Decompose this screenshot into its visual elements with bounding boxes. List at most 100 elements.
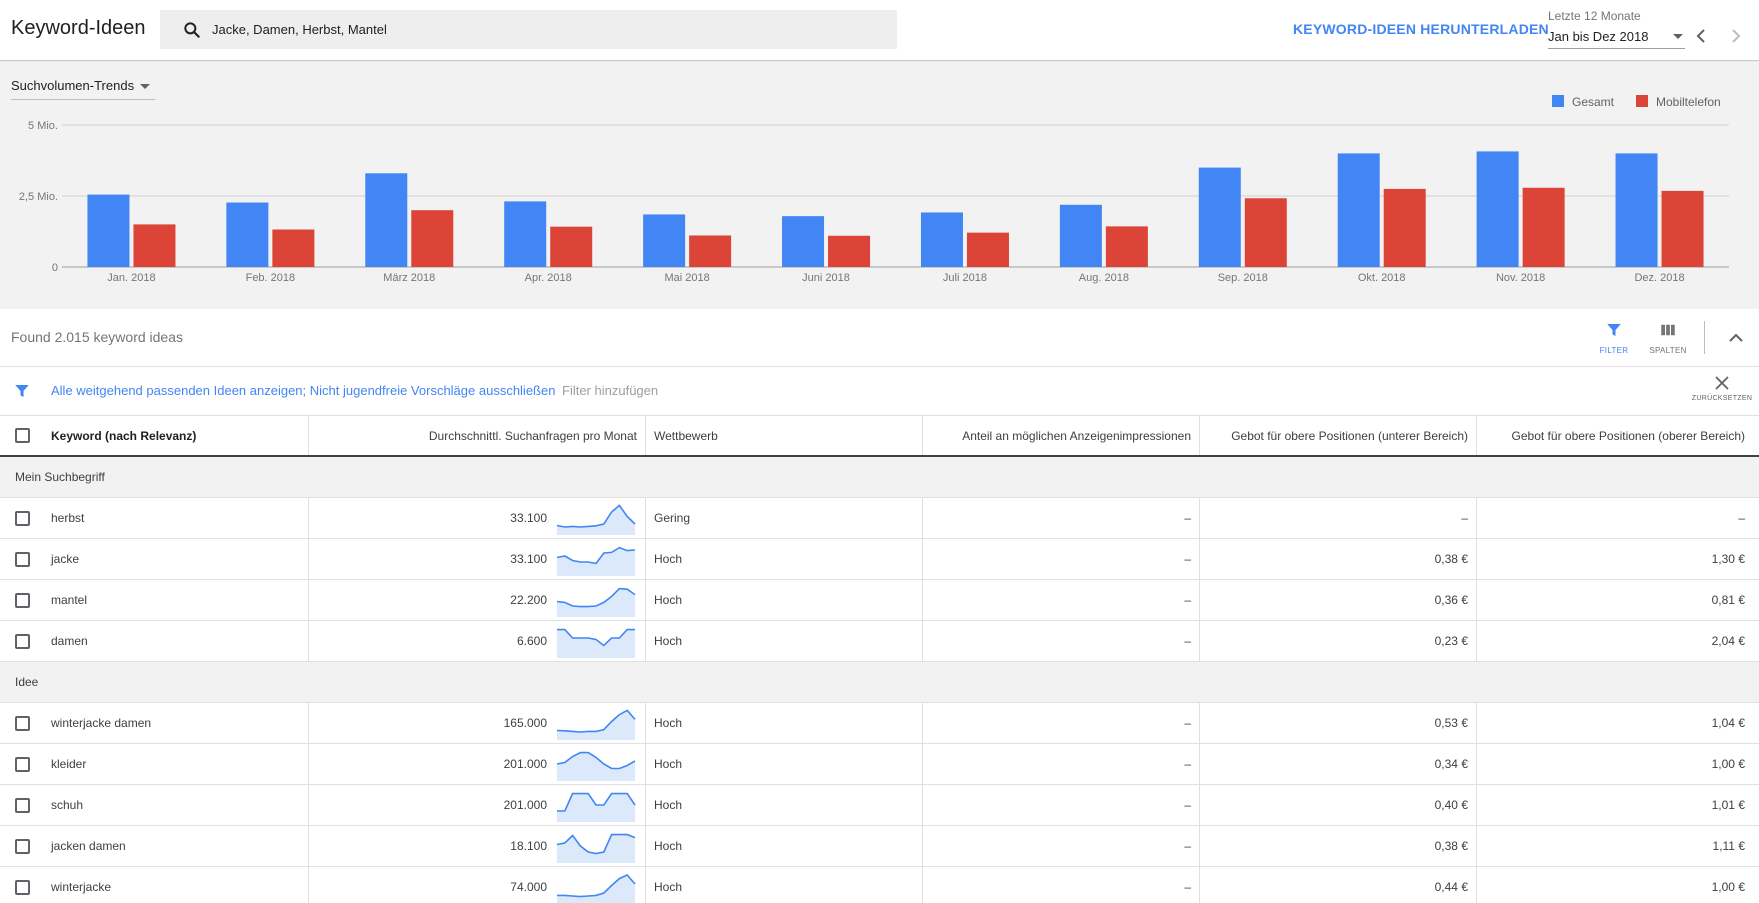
table-row[interactable]: mantel 22.200 Hoch –0,36 € 0,81 € (0, 580, 1759, 621)
x-tick-label: Apr. 2018 (525, 272, 572, 284)
competition-cell: Hoch (646, 539, 923, 579)
column-header-competition[interactable]: Wettbewerb (646, 416, 923, 455)
select-all-checkbox[interactable] (14, 428, 30, 443)
avg-searches-value: 165.000 (503, 716, 547, 730)
column-header-keyword[interactable]: Keyword (nach Relevanz) (44, 416, 309, 455)
avg-searches-cell: 18.100 (309, 826, 646, 866)
trend-type-dropdown[interactable]: Suchvolumen-Trends (11, 76, 155, 100)
row-select-cell (0, 826, 44, 866)
chevron-up-icon[interactable] (1727, 331, 1745, 345)
reset-label: ZURÜCKSETZEN (1691, 395, 1753, 402)
avg-searches-cell: 201.000 (309, 744, 646, 784)
bid-high-cell: – (1738, 511, 1745, 525)
avg-searches-value: 18.100 (510, 839, 547, 853)
table-row[interactable]: kleider 201.000 Hoch –0,34 € 1,00 € (0, 744, 1759, 785)
row-checkbox[interactable] (14, 797, 30, 813)
legend-swatch (1636, 95, 1648, 107)
bar-gesamt (782, 216, 825, 267)
bar-mobiltelefon (550, 226, 593, 267)
legend-swatch (1552, 95, 1564, 107)
filter-button[interactable]: FILTER (1589, 321, 1639, 361)
bid-low-cell: 0,38 € (1200, 826, 1477, 866)
filter-label: FILTER (1599, 346, 1629, 355)
top-header: Keyword-Ideen Jacke, Damen, Herbst, Mant… (0, 0, 1759, 61)
x-tick-label: Sep. 2018 (1218, 272, 1268, 284)
keyword-cell: schuh (44, 785, 309, 825)
x-tick-label: Jan. 2018 (107, 272, 155, 284)
filter-icon (1607, 324, 1621, 336)
bar-gesamt (87, 194, 130, 267)
bar-gesamt (1615, 153, 1658, 267)
chevron-right-icon[interactable] (1725, 26, 1745, 46)
sparkline-area (557, 710, 635, 740)
competition-cell: Hoch (646, 867, 923, 903)
sparkline-area (557, 588, 635, 617)
columns-button[interactable]: SPALTEN (1643, 321, 1693, 361)
trend-sparkline (557, 874, 636, 903)
row-checkbox[interactable] (14, 715, 30, 731)
bar-mobiltelefon (966, 232, 1009, 267)
impression-share-cell: – (923, 826, 1200, 866)
trend-sparkline (556, 751, 636, 781)
trend-type-value: Suchvolumen-Trends (11, 78, 135, 93)
bar-gesamt (365, 173, 408, 267)
trend-sparkline (556, 546, 636, 576)
bid-high-cell: 0,81 € (1711, 593, 1745, 607)
row-checkbox[interactable] (14, 633, 30, 649)
avg-searches-cell: 33.100 (309, 539, 646, 579)
avg-searches-value: 201.000 (503, 757, 547, 771)
row-checkbox[interactable] (14, 879, 30, 895)
reset-filters-button[interactable]: ZURÜCKSETZEN (1690, 375, 1754, 413)
column-header-bid-high[interactable]: Gebot für obere Positionen (oberer Berei… (1477, 416, 1759, 455)
trend-sparkline (556, 709, 636, 740)
bid-low-cell: 0,38 € (1200, 539, 1477, 579)
column-header-avg-searches[interactable]: Durchschnittl. Suchanfragen pro Monat (309, 416, 646, 455)
filter-bar: Alle weitgehend passenden Ideen anzeigen… (0, 367, 1759, 415)
keyword-cell: winterjacke damen (44, 703, 309, 743)
table-row[interactable]: schuh 201.000 Hoch –0,40 € 1,01 € (0, 785, 1759, 826)
row-checkbox[interactable] (14, 551, 30, 567)
x-tick-label: Aug. 2018 (1079, 272, 1129, 284)
trend-sparkline (556, 587, 636, 617)
row-checkbox[interactable] (14, 510, 30, 526)
keyword-search-input[interactable]: Jacke, Damen, Herbst, Mantel (160, 10, 897, 49)
bid-low-cell: 0,40 € (1200, 785, 1477, 825)
page-title: Keyword-Ideen (11, 17, 146, 39)
y-tick-label: 2,5 Mio. (19, 191, 58, 203)
row-select-cell (0, 580, 44, 620)
avg-searches-value: 33.100 (510, 511, 547, 525)
bar-gesamt (643, 214, 686, 267)
table-row[interactable]: jacke 33.100 Hoch –0,38 € 1,30 € (0, 539, 1759, 580)
impression-share-cell: – (923, 580, 1200, 620)
keyword-cell: jacken damen (44, 826, 309, 866)
chevron-left-icon[interactable] (1692, 26, 1712, 46)
row-checkbox[interactable] (14, 592, 30, 608)
impression-share-cell: – (923, 539, 1200, 579)
active-filters-link[interactable]: Alle weitgehend passenden Ideen anzeigen… (51, 383, 555, 398)
competition-cell: Hoch (646, 621, 923, 661)
row-checkbox[interactable] (14, 838, 30, 854)
competition-cell: Hoch (646, 703, 923, 743)
column-header-impression-share[interactable]: Anteil an möglichen Anzeigenimpressionen (923, 416, 1200, 455)
bar-mobiltelefon (828, 235, 871, 267)
avg-searches-value: 33.100 (510, 552, 547, 566)
legend-label: Gesamt (1572, 95, 1615, 109)
avg-searches-value: 74.000 (510, 880, 547, 894)
table-row[interactable]: herbst 33.100 Gering – – – (0, 498, 1759, 539)
table-row[interactable]: jacken damen 18.100 Hoch –0,38 € 1,11 € (0, 826, 1759, 867)
download-keyword-ideas-button[interactable]: KEYWORD-IDEEN HERUNTERLADEN (1293, 21, 1549, 37)
table-row[interactable]: winterjacke damen 165.000 Hoch –0,53 € 1,04 … (0, 703, 1759, 744)
add-filter-input[interactable]: Filter hinzufügen (562, 383, 658, 398)
date-range-dropdown[interactable]: Jan bis Dez 2018 (1548, 27, 1685, 49)
bid-high-cell: 1,30 € (1711, 552, 1745, 566)
bar-mobiltelefon (1244, 198, 1287, 267)
x-tick-label: Nov. 2018 (1496, 272, 1545, 284)
x-tick-label: März 2018 (383, 272, 435, 284)
table-row[interactable]: damen 6.600 Hoch –0,23 € 2,04 € (0, 621, 1759, 662)
bar-gesamt (920, 212, 963, 267)
table-row[interactable]: winterjacke 74.000 Hoch –0,44 € 1,00 € (0, 867, 1759, 903)
x-tick-label: Juli 2018 (943, 272, 987, 284)
column-header-bid-low[interactable]: Gebot für obere Positionen (unterer Bere… (1200, 416, 1477, 455)
bar-gesamt (504, 201, 547, 267)
row-checkbox[interactable] (14, 756, 30, 772)
